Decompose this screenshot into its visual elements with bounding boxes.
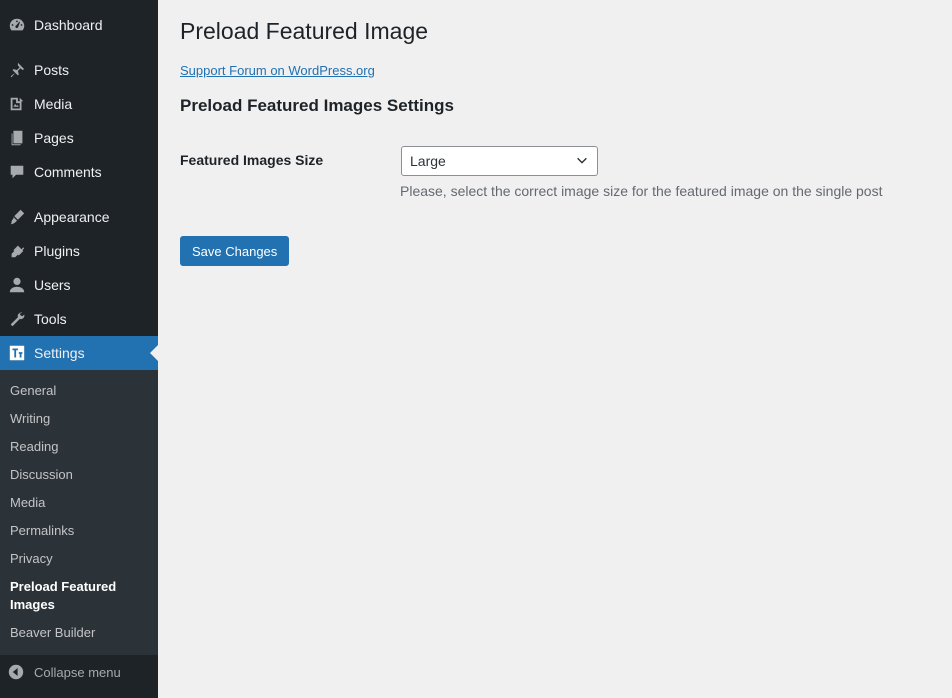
sidebar-item-label: Posts	[34, 62, 70, 78]
collapse-arrow-icon	[8, 664, 24, 680]
submenu-item-privacy[interactable]: Privacy	[10, 550, 150, 568]
featured-images-size-label: Featured Images Size	[180, 152, 324, 168]
sidebar-item-comments[interactable]: Comments	[0, 155, 158, 189]
support-forum-link[interactable]: Support Forum on WordPress.org	[180, 63, 375, 78]
sidebar-item-posts[interactable]: Posts	[0, 53, 158, 87]
section-title: Preload Featured Images Settings	[180, 96, 454, 115]
admin-sidebar: Dashboard Posts Media Pages Comments App…	[0, 0, 158, 698]
sidebar-item-label: Pages	[34, 130, 74, 146]
sidebar-item-label: Appearance	[34, 209, 110, 225]
settings-icon	[8, 344, 26, 362]
brush-icon	[8, 208, 26, 226]
page-title: Preload Featured Image	[180, 18, 429, 44]
sidebar-item-pages[interactable]: Pages	[0, 121, 158, 155]
submenu-item-media[interactable]: Media	[10, 494, 150, 512]
sidebar-item-label: Users	[34, 277, 71, 293]
sidebar-item-label: Comments	[34, 164, 102, 180]
sidebar-item-label: Settings	[34, 345, 85, 361]
collapse-menu-button[interactable]: Collapse menu	[0, 655, 158, 689]
pages-icon	[8, 129, 26, 147]
sidebar-item-label: Tools	[34, 311, 67, 327]
submenu-item-preload-featured-images[interactable]: Preload Featured Images	[10, 578, 130, 614]
sidebar-item-label: Media	[34, 96, 73, 112]
sidebar-item-label: Dashboard	[34, 17, 103, 33]
plug-icon	[8, 242, 26, 260]
submenu-item-writing[interactable]: Writing	[10, 410, 150, 428]
sidebar-item-settings[interactable]: Settings	[0, 336, 158, 370]
select-value: Large	[410, 153, 446, 169]
dashboard-icon	[8, 16, 26, 34]
submenu-item-discussion[interactable]: Discussion	[10, 466, 150, 484]
submenu-item-reading[interactable]: Reading	[10, 438, 150, 456]
featured-images-size-select[interactable]: Large	[401, 146, 598, 176]
field-description: Please, select the correct image size fo…	[400, 183, 883, 199]
pin-icon	[8, 61, 26, 79]
chevron-down-icon	[575, 153, 589, 170]
save-changes-button[interactable]: Save Changes	[180, 236, 290, 266]
sidebar-item-label: Plugins	[34, 243, 80, 259]
sidebar-item-users[interactable]: Users	[0, 268, 158, 302]
sidebar-item-dashboard[interactable]: Dashboard	[0, 8, 158, 42]
settings-submenu: General Writing Reading Discussion Media…	[0, 370, 158, 655]
sidebar-item-media[interactable]: Media	[0, 87, 158, 121]
collapse-menu-label: Collapse menu	[34, 664, 121, 680]
sidebar-item-plugins[interactable]: Plugins	[0, 234, 158, 268]
user-icon	[8, 276, 26, 294]
media-icon	[8, 95, 26, 113]
submenu-item-permalinks[interactable]: Permalinks	[10, 522, 150, 540]
sidebar-item-tools[interactable]: Tools	[0, 302, 158, 336]
submenu-item-general[interactable]: General	[10, 382, 150, 400]
wrench-icon	[8, 310, 26, 328]
comment-icon	[8, 163, 26, 181]
submenu-item-beaver-builder[interactable]: Beaver Builder	[10, 624, 150, 642]
sidebar-item-appearance[interactable]: Appearance	[0, 200, 158, 234]
